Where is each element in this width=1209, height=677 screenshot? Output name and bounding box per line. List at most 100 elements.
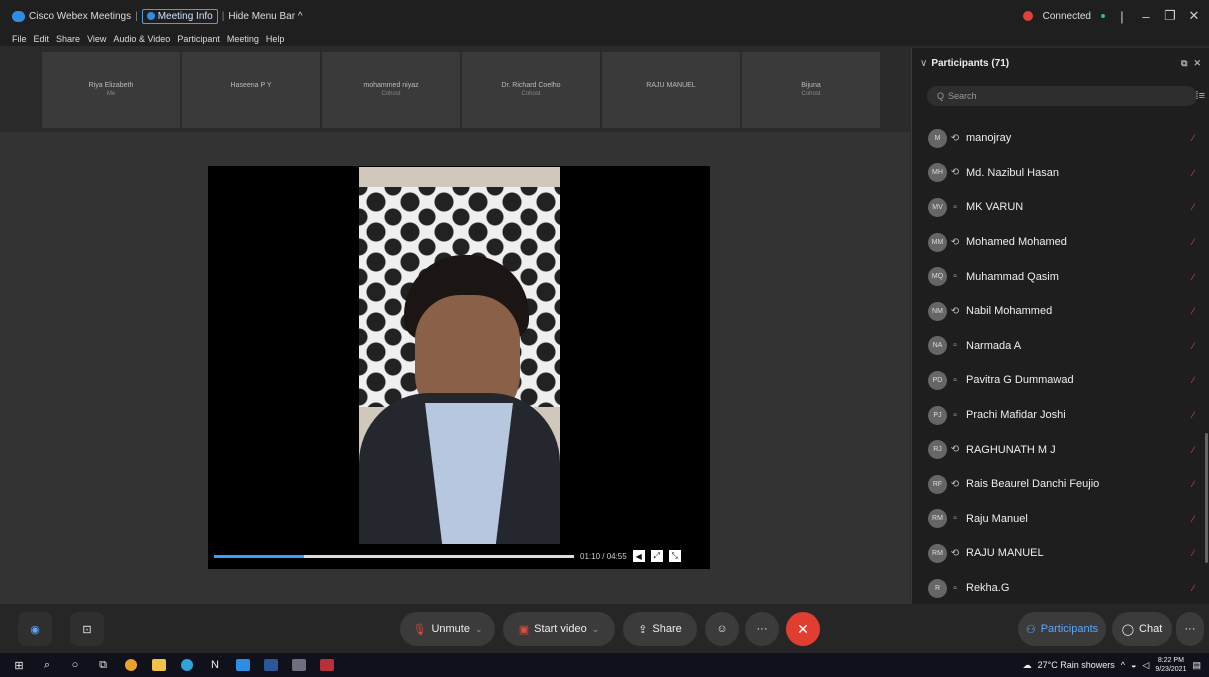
share-button[interactable]: ⇪ Share	[623, 612, 697, 646]
avatar: MV	[928, 197, 947, 217]
participant-tile[interactable]: Riya Elizabeth Me	[42, 52, 180, 128]
list-item[interactable]: RJ ⟲ RAGHUNATH M J ⁄	[912, 432, 1209, 467]
menu-meeting[interactable]: Meeting	[227, 34, 259, 44]
file-explorer-icon[interactable]	[150, 658, 168, 672]
list-item[interactable]: R ▫ Rekha.G ⁄	[912, 571, 1209, 606]
avatar: MQ	[928, 267, 947, 287]
participants-button[interactable]: ⚇ Participants	[1018, 612, 1106, 646]
volume-icon[interactable]: ◀	[632, 550, 645, 562]
webex-assistant-button[interactable]: ◉	[18, 612, 52, 646]
list-item[interactable]: NM ⟲ Nabil Mohammed ⁄	[912, 294, 1209, 329]
sort-icon[interactable]: ⁞≡	[1196, 90, 1205, 102]
menu-view[interactable]: View	[87, 34, 106, 44]
network-icon[interactable]: ◒	[1131, 660, 1136, 670]
avatar: RJ	[928, 440, 947, 460]
search-icon: Q	[937, 91, 945, 101]
chevron-down-icon[interactable]: ⌄	[592, 624, 600, 635]
participant-tile[interactable]: RAJU MANUEL	[602, 52, 740, 128]
muted-mic-icon[interactable]: ⁄	[1192, 479, 1194, 489]
weather-status[interactable]: 27°C Rain showers	[1038, 660, 1115, 670]
pip-icon[interactable]: ⤢	[650, 550, 663, 562]
closed-captions-button[interactable]: ⊡	[70, 612, 104, 646]
start-video-button[interactable]: ▣ Start video ⌄	[503, 612, 615, 646]
collapse-chevron-icon[interactable]: ∨	[920, 58, 927, 69]
video-progress-bar[interactable]	[214, 554, 574, 558]
app-title: Cisco Webex Meetings	[29, 10, 132, 22]
menu-file[interactable]: File	[12, 34, 27, 44]
list-item[interactable]: RF ⟲ Rais Beaurel Danchi Feujio ⁄	[912, 467, 1209, 502]
unmute-button[interactable]: 🎙 Unmute ⌄	[400, 612, 495, 646]
app-icon[interactable]	[318, 658, 336, 672]
list-item[interactable]: PD ▫ Pavitra G Dummawad ⁄	[912, 363, 1209, 398]
menu-audio-video[interactable]: Audio & Video	[113, 34, 170, 44]
signal-icon	[1101, 14, 1105, 18]
participant-tile[interactable]: Haseena P Y	[182, 52, 320, 128]
chevron-down-icon[interactable]: ⌄	[475, 624, 483, 635]
divider-icon: |	[1120, 8, 1124, 24]
muted-mic-icon[interactable]: ⁄	[1192, 237, 1194, 247]
muted-mic-icon[interactable]: ⁄	[1192, 375, 1194, 385]
muted-mic-icon[interactable]: ⁄	[1192, 445, 1194, 455]
muted-mic-icon[interactable]: ⁄	[1192, 341, 1194, 351]
muted-mic-icon[interactable]: ⁄	[1192, 583, 1194, 593]
word-icon[interactable]	[262, 658, 280, 672]
volume-tray-icon[interactable]: ◁	[1142, 660, 1149, 671]
info-icon	[146, 12, 155, 20]
windows-start-icon[interactable]: ⊞	[10, 658, 28, 672]
more-options-button[interactable]: ···	[745, 612, 779, 646]
popout-icon[interactable]: ⧉	[1181, 58, 1187, 69]
fullscreen-icon[interactable]: ⤡	[668, 550, 681, 562]
menu-participant[interactable]: Participant	[177, 34, 220, 44]
leave-meeting-button[interactable]: ✕	[786, 612, 820, 646]
meeting-info-button[interactable]: Meeting Info	[141, 8, 218, 24]
camera-icon[interactable]	[290, 658, 308, 672]
restore-button[interactable]: ❐	[1163, 8, 1177, 24]
muted-mic-icon[interactable]: ⁄	[1192, 272, 1194, 282]
task-view-icon[interactable]: ⧉	[94, 658, 112, 672]
notion-icon[interactable]: N	[206, 658, 224, 672]
edge-icon[interactable]	[178, 658, 196, 672]
reactions-button[interactable]: ☺	[705, 612, 739, 646]
webex-taskbar-icon[interactable]	[234, 658, 252, 672]
list-item[interactable]: RM ⟲ RAJU MANUEL ⁄	[912, 536, 1209, 571]
hide-menu-bar-button[interactable]: Hide Menu Bar ^	[228, 11, 302, 22]
panel-more-button[interactable]: ···	[1176, 612, 1204, 646]
list-item[interactable]: MH ⟲ Md. Nazibul Hasan ⁄	[912, 156, 1209, 191]
list-item[interactable]: MV ▫ MK VARUN ⁄	[912, 190, 1209, 225]
participant-tile[interactable]: mohammed niyaz Cohost	[322, 52, 460, 128]
close-button[interactable]: ✕	[1187, 8, 1201, 24]
cortana-icon[interactable]: ○	[66, 658, 84, 672]
list-item[interactable]: M ⟲ manojray ⁄	[912, 121, 1209, 156]
minimize-button[interactable]: –	[1139, 9, 1153, 24]
search-icon[interactable]: ⌕	[38, 658, 56, 672]
muted-mic-icon[interactable]: ⁄	[1192, 548, 1194, 558]
chat-button[interactable]: ◯ Chat	[1112, 612, 1172, 646]
muted-mic-icon[interactable]: ⁄	[1192, 514, 1194, 524]
tray-chevron-icon[interactable]: ^	[1121, 660, 1125, 670]
list-item[interactable]: PJ ▫ Prachi Mafidar Joshi ⁄	[912, 398, 1209, 433]
menu-share[interactable]: Share	[56, 34, 80, 44]
list-item[interactable]: RM ▫ Raju Manuel ⁄	[912, 502, 1209, 537]
chrome-icon[interactable]	[122, 658, 140, 672]
phone-icon: ⟲	[950, 236, 960, 248]
list-item[interactable]: MQ ▫ Muhammad Qasim ⁄	[912, 259, 1209, 294]
muted-mic-icon[interactable]: ⁄	[1192, 168, 1194, 178]
participant-tile[interactable]: Bijuna Cohost	[742, 52, 880, 128]
muted-mic-icon[interactable]: ⁄	[1192, 306, 1194, 316]
participants-scrollbar[interactable]	[1205, 433, 1208, 563]
muted-mic-icon[interactable]: ⁄	[1192, 410, 1194, 420]
notifications-icon[interactable]: ▤	[1192, 660, 1201, 671]
avatar: MM	[928, 232, 947, 252]
weather-icon: ☁	[1022, 659, 1032, 670]
list-item[interactable]: NA ▫ Narmada A ⁄	[912, 329, 1209, 364]
close-panel-icon[interactable]: ✕	[1193, 58, 1201, 69]
participant-tile[interactable]: Dr. Richard Coelho Cohost	[462, 52, 600, 128]
muted-mic-icon[interactable]: ⁄	[1192, 202, 1194, 212]
connection-status[interactable]: Connected	[1043, 11, 1091, 22]
list-item[interactable]: MM ⟲ Mohamed Mohamed ⁄	[912, 225, 1209, 260]
menu-edit[interactable]: Edit	[34, 34, 50, 44]
menu-help[interactable]: Help	[266, 34, 285, 44]
participant-search-input[interactable]: Q Search	[927, 86, 1197, 106]
clock[interactable]: 8:22 PM 9/23/2021	[1155, 656, 1186, 674]
muted-mic-icon[interactable]: ⁄	[1192, 133, 1194, 143]
